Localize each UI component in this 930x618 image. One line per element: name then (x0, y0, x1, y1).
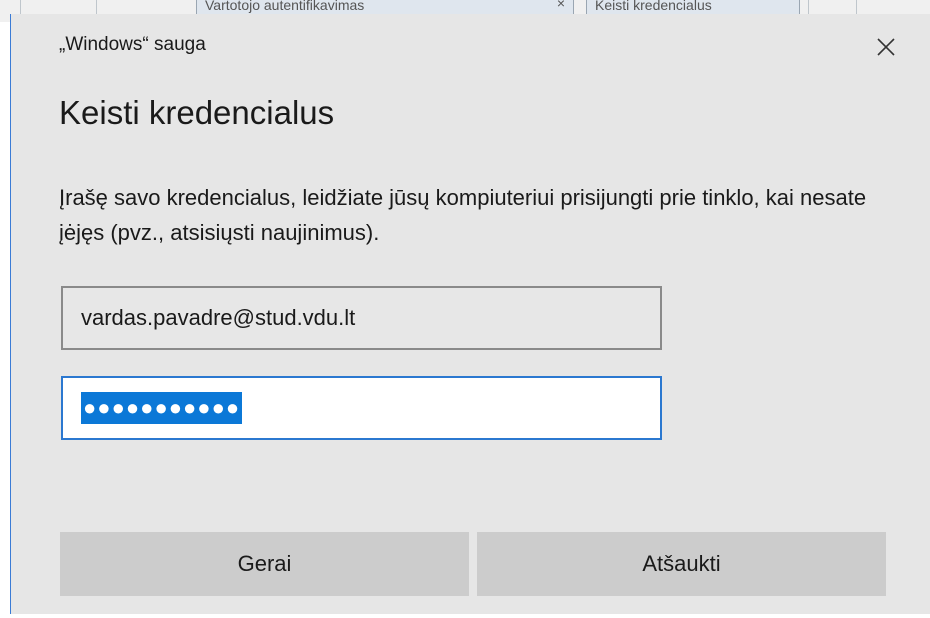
ok-button[interactable]: Gerai (60, 532, 469, 596)
dialog-caption: „Windows“ sauga (59, 34, 206, 55)
background-tab-label: Keisti kredencialus (595, 0, 712, 13)
background-divider (96, 0, 97, 14)
username-value: vardas.pavadre@stud.vdu.lt (81, 305, 356, 330)
background-tab-change-credentials: Keisti kredencialus (586, 0, 800, 15)
username-field[interactable]: vardas.pavadre@stud.vdu.lt (61, 286, 662, 350)
dialog-title: Keisti kredencialus (59, 94, 335, 131)
background-divider (20, 0, 21, 14)
cancel-button[interactable]: Atšaukti (477, 532, 886, 596)
background-divider (856, 0, 857, 14)
background-divider (808, 0, 809, 14)
credentials-dialog: „Windows“ sauga Keisti kredencialus Įraš… (10, 14, 930, 614)
close-button[interactable] (869, 30, 903, 64)
close-icon (877, 38, 895, 56)
password-field[interactable]: ●●●●●●●●●●● (61, 376, 662, 440)
background-tab-user-auth: Vartotojo autentifikavimas × (196, 0, 574, 15)
background-tab-label: Vartotojo autentifikavimas (205, 0, 365, 13)
password-masked-selection: ●●●●●●●●●●● (81, 392, 243, 424)
dialog-message: Įrašę savo kredencialus, leidžiate jūsų … (59, 185, 867, 245)
background-tab-close-icon: × (556, 0, 565, 11)
